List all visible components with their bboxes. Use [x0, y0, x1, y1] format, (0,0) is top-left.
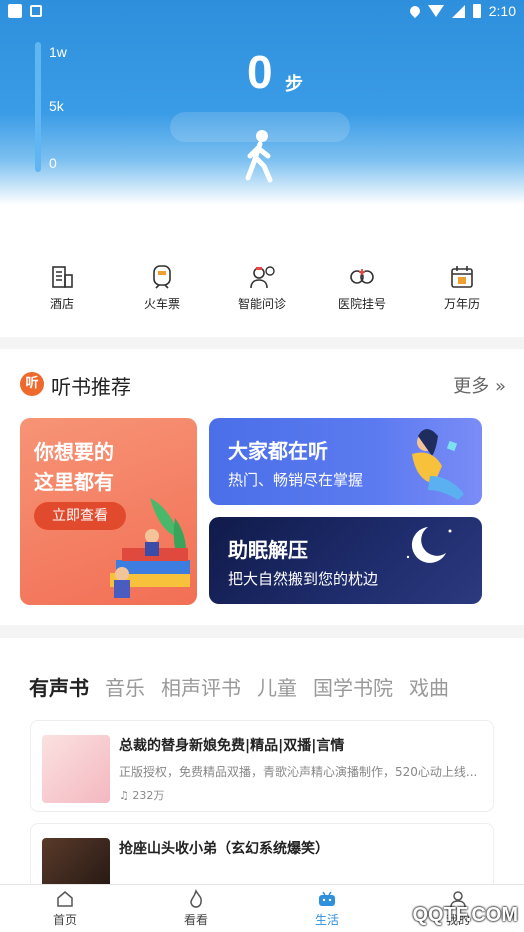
status-bar: 2:10 — [0, 0, 524, 24]
tab-audiobook[interactable]: 有声书 — [29, 672, 89, 701]
nav-life[interactable]: 生活 — [287, 889, 367, 928]
calendar-icon — [451, 266, 473, 288]
service-consult[interactable]: 智能问诊 — [222, 263, 302, 312]
service-label: 火车票 — [143, 297, 180, 311]
popular-card-title: 大家都在听 — [228, 439, 328, 463]
service-label: 万年历 — [443, 297, 480, 311]
section-title: 听书推荐 — [51, 375, 131, 399]
promo-line-1: 你想要的 — [34, 440, 114, 464]
book-title: 抢座山头收小弟（玄幻系统爆笑） — [119, 841, 329, 857]
nav-label: 看看 — [183, 913, 208, 927]
notification-icon — [8, 4, 22, 18]
step-unit: 步 — [285, 74, 303, 95]
sleep-card-title: 助眠解压 — [228, 538, 308, 562]
signal-icon — [451, 4, 465, 18]
more-link[interactable]: 更多 » — [453, 372, 506, 398]
watermark: QQTF.COM — [412, 904, 518, 926]
popular-card-subtitle: 热门、畅销尽在掌握 — [228, 471, 364, 489]
wifi-icon — [427, 5, 444, 17]
book-title: 总裁的替身新娘免费|精品|双播|言情 — [119, 738, 345, 754]
tab-music[interactable]: 音乐 — [105, 672, 145, 701]
play-count-value: 232万 — [132, 789, 165, 802]
step-count: 0 — [247, 46, 273, 98]
service-label: 酒店 — [49, 297, 74, 311]
tab-crosstalk[interactable]: 相声评书 — [161, 672, 241, 701]
category-tabs: 有声书 音乐 相声评书 儿童 国学书院 戏曲 — [29, 672, 449, 701]
service-label: 智能问诊 — [237, 297, 286, 311]
book-cover — [42, 735, 110, 803]
book-item[interactable]: 总裁的替身新娘免费|精品|双播|言情 正版授权，免费精品双播，青歌沁声精心演播制… — [30, 720, 494, 812]
gauge-label-min: 0 — [49, 155, 57, 171]
reading-illustration — [110, 498, 190, 598]
service-hospital[interactable]: 医院挂号 — [322, 263, 402, 312]
life-icon — [319, 891, 335, 906]
screen: 2:10 1w 5k 0 0 步 酒店 火车票 智能问诊 医院挂号 万年历 听 … — [0, 0, 524, 932]
gauge-label-max: 1w — [49, 44, 67, 60]
location-icon — [407, 3, 422, 19]
service-calendar[interactable]: 万年历 — [422, 263, 502, 312]
pedometer-header: 2:10 1w 5k 0 0 步 — [0, 0, 524, 205]
listen-logo: 听 — [20, 372, 44, 396]
nav-watch[interactable]: 看看 — [156, 889, 236, 928]
home-icon — [57, 891, 73, 907]
sleep-card[interactable]: 助眠解压 把大自然搬到您的枕边 — [209, 517, 482, 604]
gauge-label-mid: 5k — [49, 98, 64, 114]
tab-guoxue[interactable]: 国学书院 — [313, 672, 393, 701]
listening-girl-illustration — [412, 429, 464, 500]
train-icon — [153, 265, 171, 289]
nav-label: 首页 — [52, 913, 77, 927]
book-description: 正版授权，免费精品双播，青歌沁声精心演播制作，520心动上线... — [119, 765, 478, 779]
service-train[interactable]: 火车票 — [122, 263, 202, 312]
headphones-icon: ♫ — [119, 789, 129, 802]
audiobook-feed: 有声书 音乐 相声评书 儿童 国学书院 戏曲 总裁的替身新娘免费|精品|双播|言… — [0, 638, 524, 915]
tab-opera[interactable]: 戏曲 — [409, 672, 449, 701]
hotel-icon — [52, 266, 73, 288]
service-label: 医院挂号 — [337, 297, 386, 311]
service-grid: 酒店 火车票 智能问诊 医院挂号 万年历 — [0, 205, 524, 337]
audiobook-recommend-section: 听 听书推荐 更多 » 你想要的 这里都有 立即查看 大家都在听 热门、畅销尽在… — [0, 349, 524, 625]
nav-home[interactable]: 首页 — [25, 889, 105, 928]
moon-icon — [406, 527, 452, 563]
tab-children[interactable]: 儿童 — [257, 672, 297, 701]
nav-label: 生活 — [314, 913, 339, 927]
service-hotel[interactable]: 酒店 — [22, 263, 102, 312]
status-time: 2:10 — [488, 3, 516, 19]
popular-card[interactable]: 大家都在听 热门、畅销尽在掌握 — [209, 418, 482, 505]
walking-person-icon — [245, 130, 273, 183]
doctor-icon — [250, 266, 275, 289]
app-notification-icon — [30, 5, 42, 17]
flame-icon — [190, 889, 202, 908]
sleep-card-subtitle: 把大自然搬到您的枕边 — [228, 570, 379, 588]
step-gauge — [35, 42, 41, 172]
promo-card[interactable]: 你想要的 这里都有 立即查看 — [20, 418, 197, 605]
battery-icon — [472, 4, 481, 18]
play-count: ♫ 232万 — [119, 787, 164, 803]
hospital-icon — [350, 269, 374, 284]
